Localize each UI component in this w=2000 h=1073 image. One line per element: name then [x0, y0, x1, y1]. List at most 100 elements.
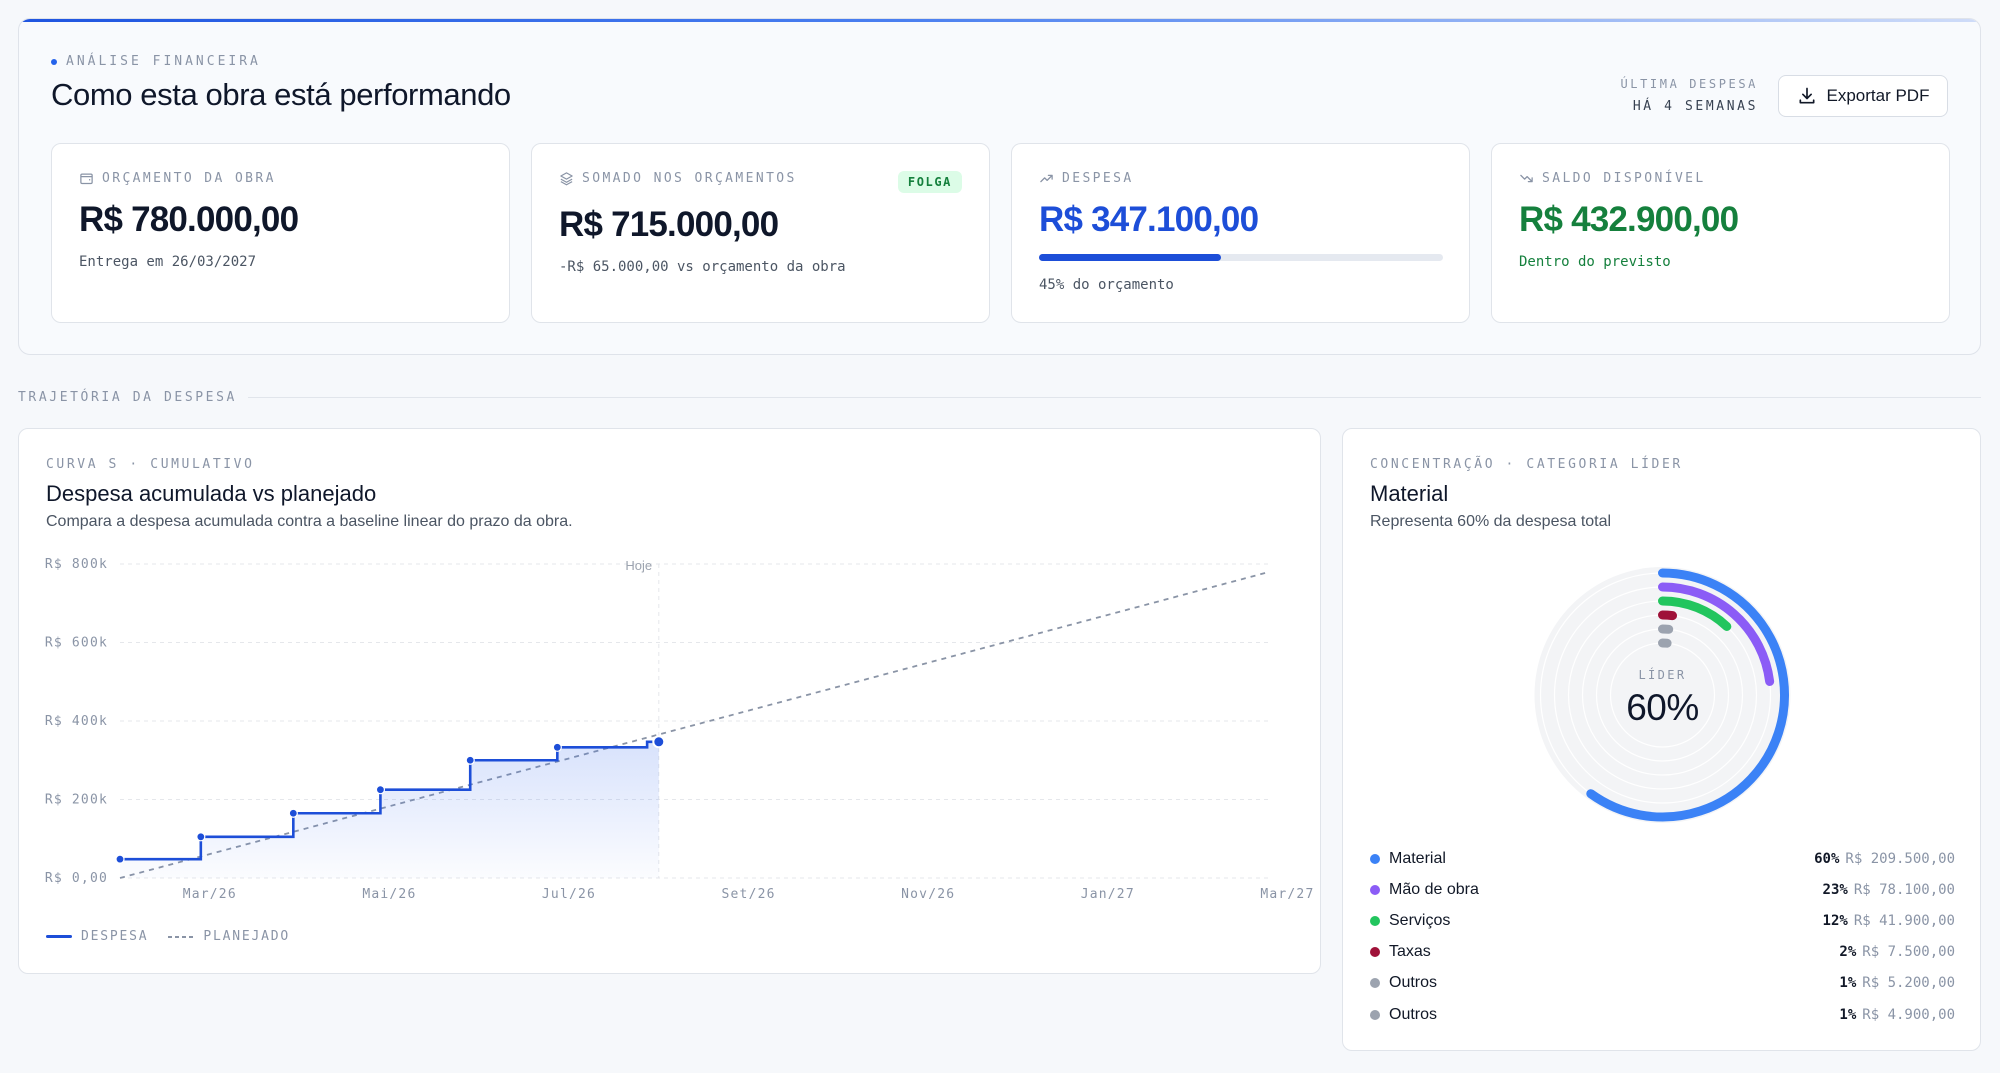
actual-point — [375, 785, 386, 795]
kpi-card-budget: ORÇAMENTO DA OBRA R$ 780.000,00 Entrega … — [51, 143, 510, 323]
category-amount: R$ 5.200,00 — [1862, 975, 1955, 992]
kpi-label: DESPESA — [1039, 171, 1134, 186]
kpi-card-expense: DESPESA R$ 347.100,00 45% do orçamento — [1011, 143, 1470, 323]
category-color-dot — [1370, 978, 1380, 989]
x-tick-label: Jan/27 — [1081, 887, 1135, 902]
kpi-label-text: SOMADO NOS ORÇAMENTOS — [582, 171, 797, 186]
category-name: Outros — [1389, 1005, 1438, 1023]
x-tick-label: Jul/26 — [542, 887, 596, 902]
legend-actual[interactable]: DESPESA — [46, 929, 148, 944]
actual-point — [288, 808, 298, 818]
layers-icon — [560, 172, 573, 186]
kpi-value: R$ 432.900,00 — [1519, 200, 1739, 239]
trending-up-icon — [1040, 174, 1053, 183]
kpi-label: ORÇAMENTO DA OBRA — [79, 171, 276, 186]
category-percent: 23% — [1822, 881, 1848, 898]
legend-planned-swatch — [168, 935, 195, 938]
wallet-icon — [80, 173, 93, 185]
category-amount: R$ 209.500,00 — [1845, 850, 1955, 867]
download-icon — [1799, 87, 1814, 104]
overview-eyebrow-text: ANÁLISE FINANCEIRA — [66, 54, 261, 69]
export-pdf-label: Exportar PDF — [1826, 86, 1930, 105]
category-name: Mão de obra — [1389, 880, 1479, 898]
x-tick-label: Mai/26 — [362, 887, 416, 902]
donut-center-value: 60% — [1626, 687, 1699, 728]
eyebrow-dot-icon — [51, 58, 57, 65]
actual-point — [552, 742, 562, 752]
actual-point — [652, 735, 666, 749]
kpi-subtext: 45% do orçamento — [1039, 277, 1174, 293]
category-name: Serviços — [1389, 911, 1451, 929]
section-label: TRAJETÓRIA DA DESPESA — [18, 390, 237, 405]
budget-progress-bar — [1039, 254, 1443, 261]
category-amount: R$ 4.900,00 — [1862, 1006, 1955, 1023]
kpi-label-text: SALDO DISPONÍVEL — [1542, 171, 1706, 186]
actual-point — [196, 832, 206, 842]
last-expense-value: HÁ 4 SEMANAS — [1632, 99, 1758, 114]
category-percent: 1% — [1839, 975, 1857, 992]
top-accent-bar — [19, 19, 1980, 22]
trending-down-icon — [1520, 174, 1533, 183]
chart-legend: DESPESA PLANEJADO — [46, 929, 290, 944]
kpi-label: SOMADO NOS ORÇAMENTOS — [559, 171, 797, 186]
y-tick-label: R$ 400k — [45, 714, 108, 729]
category-color-dot — [1370, 1009, 1380, 1020]
category-row[interactable]: Mão de obra 23% R$ 78.100,00 — [1370, 874, 1955, 905]
actual-point — [465, 755, 475, 765]
legend-planned-label: PLANEJADO — [203, 929, 291, 944]
category-amount: R$ 78.100,00 — [1853, 881, 1955, 898]
category-color-dot — [1370, 853, 1380, 864]
page-title: Como esta obra está performando — [51, 77, 511, 112]
x-tick-label: Nov/26 — [901, 887, 955, 902]
category-amount: R$ 7.500,00 — [1862, 944, 1955, 961]
legend-planned[interactable]: PLANEJADO — [168, 929, 290, 944]
overview-panel: ANÁLISE FINANCEIRA Como esta obra está p… — [18, 18, 1981, 355]
legend-actual-label: DESPESA — [81, 929, 149, 944]
kpi-subtext: Dentro do previsto — [1519, 254, 1671, 270]
y-tick-label: R$ 600k — [45, 636, 108, 651]
legend-actual-swatch — [46, 935, 72, 938]
category-row[interactable]: Taxas 2% R$ 7.500,00 — [1370, 937, 1955, 968]
x-tick-label: Mar/27 — [1260, 887, 1314, 902]
y-tick-label: R$ 800k — [45, 557, 108, 572]
section-divider — [248, 397, 1981, 398]
kpi-subtext: Entrega em 26/03/2027 — [79, 254, 257, 270]
category-percent: 12% — [1822, 912, 1848, 929]
category-color-dot — [1370, 947, 1380, 958]
category-name: Outros — [1389, 974, 1438, 992]
s-curve-chart: R$ 0,00 R$ 200k R$ 400k R$ 600k R$ 800k Mar/2… — [45, 557, 1314, 902]
kpi-value: R$ 347.100,00 — [1039, 200, 1259, 239]
kpi-label-text: DESPESA — [1062, 171, 1134, 186]
today-label: Hoje — [625, 558, 652, 573]
category-row[interactable]: Serviços 12% R$ 41.900,00 — [1370, 905, 1955, 936]
category-color-dot — [1370, 884, 1380, 895]
s-curve-chart-card: CURVA S · CUMULATIVO Despesa acumulada v… — [18, 428, 1321, 974]
category-amount: R$ 41.900,00 — [1853, 912, 1955, 929]
category-percent: 1% — [1839, 1006, 1857, 1023]
export-pdf-button[interactable]: Exportar PDF — [1778, 75, 1948, 117]
category-list: Material 60% R$ 209.500,00 Mão de obra 23% R$… — [1370, 843, 1955, 1030]
actual-point — [115, 854, 125, 864]
x-tick-label: Set/26 — [722, 887, 776, 902]
category-radial-chart — [1534, 567, 1791, 823]
budget-progress-fill — [1039, 254, 1221, 261]
last-expense-label: ÚLTIMA DESPESA — [1620, 77, 1758, 91]
category-row[interactable]: Outros 1% R$ 4.900,00 — [1370, 999, 1955, 1030]
last-expense-info: ÚLTIMA DESPESA HÁ 4 SEMANAS — [1620, 77, 1758, 114]
kpi-card-quotes: SOMADO NOS ORÇAMENTOS FOLGA R$ 715.000,0… — [531, 143, 990, 323]
category-name: Taxas — [1389, 943, 1431, 961]
slack-badge: FOLGA — [897, 171, 962, 193]
overview-eyebrow: ANÁLISE FINANCEIRA — [51, 54, 261, 69]
kpi-value: R$ 715.000,00 — [559, 205, 779, 244]
category-row[interactable]: Outros 1% R$ 5.200,00 — [1370, 968, 1955, 999]
kpi-label-text: ORÇAMENTO DA OBRA — [102, 171, 276, 186]
category-name: Material — [1389, 849, 1446, 867]
y-tick-label: R$ 200k — [45, 793, 108, 808]
category-row[interactable]: Material 60% R$ 209.500,00 — [1370, 843, 1955, 874]
donut-center-label: LÍDER — [1638, 668, 1687, 682]
y-tick-label: R$ 0,00 — [45, 871, 108, 886]
radial-arc-taxas — [1658, 610, 1678, 621]
category-color-dot — [1370, 915, 1380, 926]
kpi-value: R$ 780.000,00 — [79, 200, 299, 239]
category-concentration-card: CONCENTRAÇÃO · CATEGORIA LÍDER Material … — [1342, 428, 1981, 1051]
